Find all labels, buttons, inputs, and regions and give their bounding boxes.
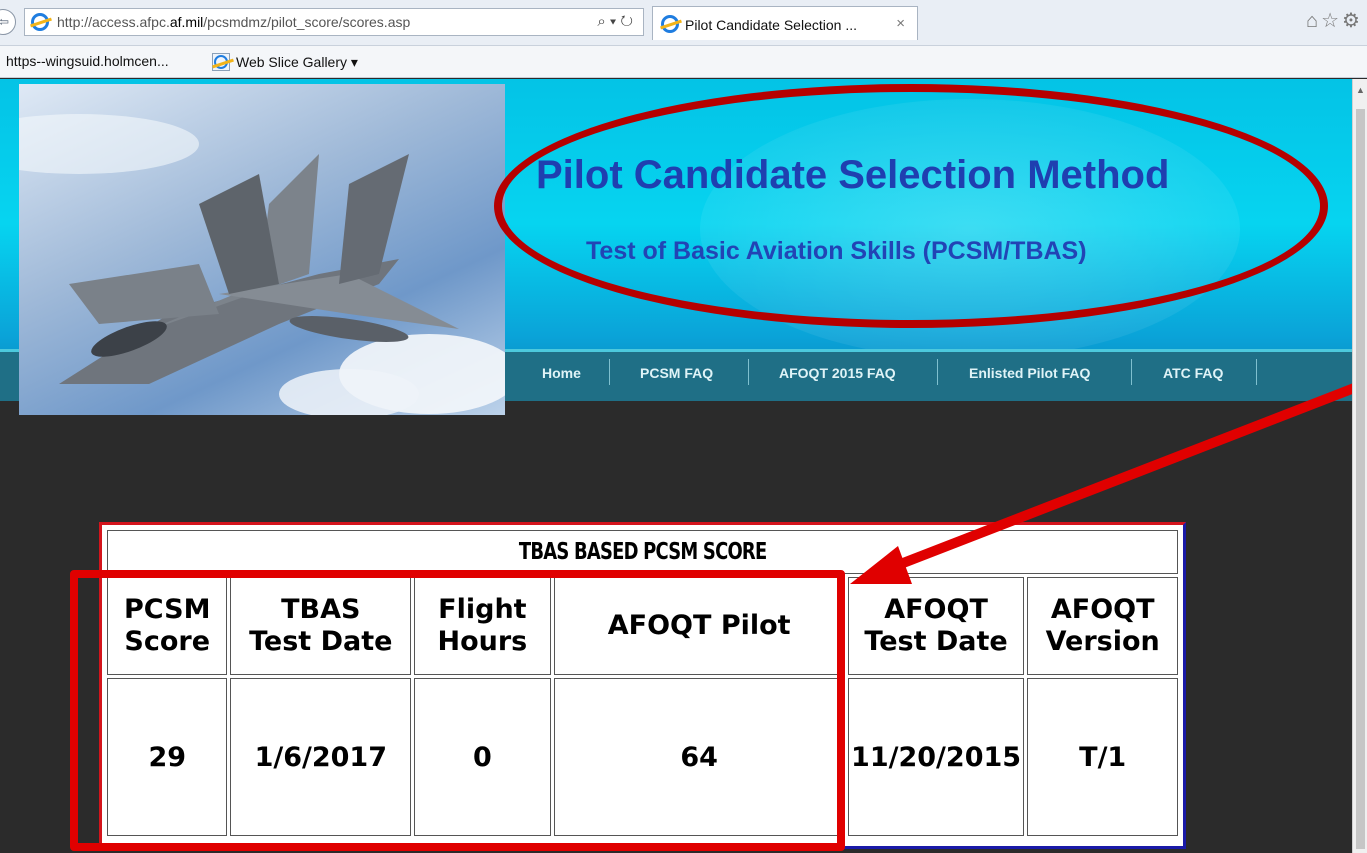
scrollbar-thumb[interactable]: [1356, 109, 1365, 849]
vertical-scrollbar[interactable]: ▲: [1352, 79, 1367, 853]
annotation-arrow-icon: [850, 380, 1364, 584]
scroll-up-icon[interactable]: ▲: [1356, 85, 1365, 95]
